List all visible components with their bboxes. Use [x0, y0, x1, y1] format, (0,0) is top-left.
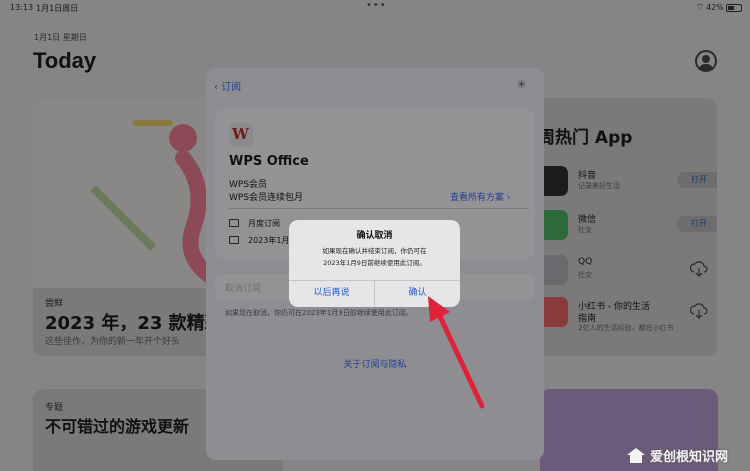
- feature-title: 2023 年，23 款精彩: [45, 313, 223, 334]
- renewal-date: 2023年1月: [248, 236, 290, 245]
- cloud-download-icon[interactable]: [690, 260, 708, 278]
- today-date: 1月1日 星期日: [34, 33, 87, 42]
- topic-tag: 专题: [45, 403, 64, 413]
- open-button[interactable]: 打开: [677, 172, 717, 188]
- back-button[interactable]: ‹ 订阅: [214, 78, 241, 93]
- app-name: 微信: [578, 215, 597, 225]
- open-button[interactable]: 打开: [677, 216, 717, 232]
- confirm-cancel-alert: 确认取消 如果现在确认并结束订阅，你仍可在 2023年1月9日前继续使用此订阅。…: [289, 220, 460, 307]
- status-bar: 13:13 1月1日周日 ••• ⌔ 42%: [0, 0, 750, 16]
- plan-group: WPS会员: [229, 180, 268, 190]
- status-time: 13:13: [10, 3, 34, 12]
- page-title: Today: [33, 48, 97, 73]
- cancel-label: 取消订阅: [225, 284, 262, 294]
- calendar-icon: [229, 236, 239, 244]
- account-icon[interactable]: [695, 50, 717, 72]
- feature-tag: 尝鲜: [45, 299, 64, 309]
- app-row-xiaohongshu[interactable]: 小红书 - 你的生活 指南 2亿人的生活经验，都在小红书: [538, 297, 708, 333]
- app-desc: 记录美好生活: [578, 182, 620, 190]
- watermark-text: 爱创根知识网: [650, 450, 729, 465]
- red-arrow-icon: [428, 296, 485, 409]
- app-desc: 2亿人的生活经验，都在小红书: [578, 324, 674, 332]
- watermark-logo-icon: [627, 448, 645, 463]
- alert-message-line: 2023年1月9日前继续使用此订阅。: [323, 259, 426, 267]
- wps-logo-icon: W: [229, 123, 253, 147]
- cancel-note: 如果现在取消，你仍可在2023年1月9日前继续使用此订阅。: [225, 309, 413, 317]
- app-row-douyin[interactable]: 抖音 记录美好生活 打开: [538, 166, 717, 202]
- multitasking-dots-icon[interactable]: •••: [366, 0, 387, 11]
- battery-icon: [726, 4, 742, 12]
- alert-title: 确认取消: [356, 231, 393, 241]
- topic-title: 不可错过的游戏更新: [45, 417, 190, 436]
- app-name: WPS Office: [229, 154, 309, 169]
- back-label: 订阅: [221, 82, 242, 93]
- app-row-wechat[interactable]: 微信 社交 打开: [538, 210, 717, 246]
- app-name: 抖音: [578, 171, 597, 181]
- hot-apps-card[interactable]: 周热门 App 抖音 记录美好生活 打开 微信 社交 打开 QQ 社交 小红书 …: [520, 98, 717, 356]
- wifi-icon: ⌔: [696, 3, 705, 13]
- view-all-plans-link[interactable]: 查看所有方案 ›: [450, 190, 510, 203]
- divider: [229, 208, 529, 209]
- billing-period: 月度订阅: [248, 219, 280, 228]
- plan-name: WPS会员连续包月: [229, 193, 304, 203]
- status-date: 1月1日周日: [36, 4, 79, 13]
- loading-spinner-icon: ✳: [517, 78, 527, 91]
- later-button[interactable]: 以后再说: [289, 280, 374, 307]
- feature-subtitle: 这些佳作，为你的新一年开个好头: [45, 337, 181, 347]
- card-icon: [229, 219, 239, 227]
- battery-percent: 42%: [706, 3, 724, 12]
- cloud-download-icon[interactable]: [690, 302, 708, 320]
- hot-apps-heading: 周热门 App: [538, 128, 633, 148]
- app-desc: 社交: [578, 271, 592, 279]
- alert-message-line: 如果现在确认并结束订阅，你仍可在: [322, 247, 427, 255]
- app-row-qq[interactable]: QQ 社交: [538, 255, 708, 291]
- app-desc: 社交: [578, 226, 592, 234]
- app-name: QQ: [578, 257, 593, 267]
